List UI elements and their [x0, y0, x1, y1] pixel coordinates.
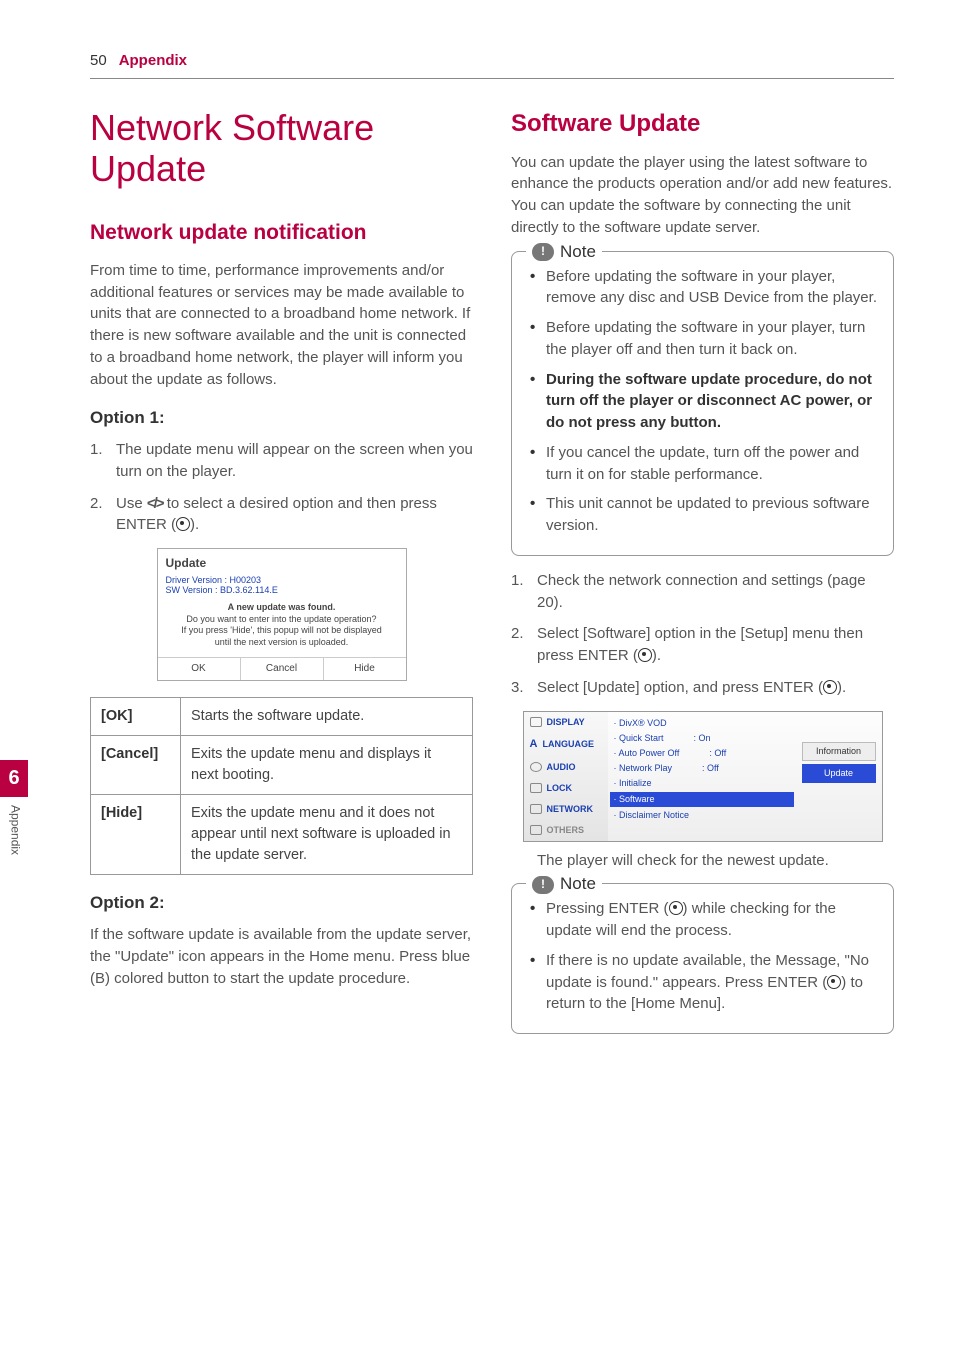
note-item: During the software update procedure, do…	[530, 369, 879, 434]
note-item: If there is no update available, the Mes…	[530, 950, 879, 1015]
others-icon	[530, 825, 542, 835]
note-item: Before updating the software in your pla…	[530, 266, 879, 310]
display-icon	[530, 717, 542, 727]
table-row: [Hide]Exits the update menu and it does …	[91, 795, 473, 875]
setup-side-item: DISPLAY	[524, 712, 608, 733]
section-label: Appendix	[0, 797, 29, 863]
update-steps: Check the network connection and setting…	[511, 570, 894, 699]
section-heading: Network update notification	[90, 218, 473, 248]
dialog-sw-version: SW Version : BD.3.62.114.E	[158, 585, 406, 596]
note-badge-icon: !	[532, 876, 554, 894]
language-icon: A	[530, 737, 538, 753]
option-key: [OK]	[91, 698, 181, 736]
setup-row-selected: · Software	[610, 792, 794, 807]
step-item: Select [Update] option, and press ENTER …	[511, 677, 894, 699]
enter-icon	[669, 901, 683, 915]
setup-side-item: LOCK	[524, 778, 608, 799]
setup-right-option: Information	[802, 742, 876, 761]
dialog-ok-button[interactable]: OK	[158, 658, 241, 681]
option1-steps: The update menu will appear on the scree…	[90, 439, 473, 536]
setup-side-item: OTHERS	[524, 820, 608, 841]
intro-paragraph: You can update the player using the late…	[511, 152, 894, 239]
note-item: Before updating the software in your pla…	[530, 317, 879, 361]
right-column: Software Update You can update the playe…	[511, 107, 894, 1048]
dialog-driver-version: Driver Version : H00203	[158, 575, 406, 586]
enter-icon	[823, 680, 837, 694]
lock-icon	[530, 783, 542, 793]
audio-icon	[530, 762, 542, 772]
setup-mid-list: · DivX® VOD · Quick Start: On · Auto Pow…	[608, 712, 796, 841]
option-desc: Exits the update menu and displays it ne…	[181, 736, 473, 795]
step-item: Select [Software] option in the [Setup] …	[511, 623, 894, 667]
page-header: 50 Appendix	[90, 50, 894, 79]
enter-icon	[638, 648, 652, 662]
step-item: Use </> to select a desired option and t…	[90, 493, 473, 537]
page-number: 50	[90, 50, 107, 72]
note-label: Note	[560, 240, 596, 265]
update-dialog-mock: Update Driver Version : H00203 SW Versio…	[157, 548, 407, 681]
note-box: ! Note Pressing ENTER () while checking …	[511, 883, 894, 1034]
option-desc: Starts the software update.	[181, 698, 473, 736]
step-item: The update menu will appear on the scree…	[90, 439, 473, 483]
intro-paragraph: From time to time, performance improveme…	[90, 260, 473, 391]
option1-heading: Option 1:	[90, 406, 473, 431]
network-icon	[530, 804, 542, 814]
left-column: Network Software Update Network update n…	[90, 107, 473, 1048]
section-side-tab: 6 Appendix	[0, 760, 28, 863]
note-box: ! Note Before updating the software in y…	[511, 251, 894, 556]
enter-icon	[176, 517, 190, 531]
step-item: Check the network connection and setting…	[511, 570, 894, 614]
dialog-title: Update	[158, 549, 406, 574]
setup-side-item: ALANGUAGE	[524, 733, 608, 757]
note-item: This unit cannot be updated to previous …	[530, 493, 879, 537]
option-key: [Cancel]	[91, 736, 181, 795]
note-badge-icon: !	[532, 243, 554, 261]
enter-icon	[827, 975, 841, 989]
table-row: [OK]Starts the software update.	[91, 698, 473, 736]
setup-side-item: NETWORK	[524, 799, 608, 820]
note-label: Note	[560, 872, 596, 897]
option-key: [Hide]	[91, 795, 181, 875]
option-table: [OK]Starts the software update. [Cancel]…	[90, 697, 473, 875]
dialog-hide-button[interactable]: Hide	[324, 658, 406, 681]
setup-menu-mock: DISPLAY ALANGUAGE AUDIO LOCK NETWORK OTH…	[523, 711, 883, 842]
option2-paragraph: If the software update is available from…	[90, 924, 473, 989]
setup-right-option-selected: Update	[802, 764, 876, 783]
option2-heading: Option 2:	[90, 891, 473, 916]
breadcrumb: Appendix	[119, 50, 187, 72]
table-row: [Cancel]Exits the update menu and displa…	[91, 736, 473, 795]
setup-side-item: AUDIO	[524, 757, 608, 778]
page-title: Network Software Update	[90, 107, 473, 190]
section-heading: Software Update	[511, 107, 894, 142]
section-number: 6	[0, 760, 28, 797]
after-setup-text: The player will check for the newest upd…	[537, 850, 894, 872]
dialog-cancel-button[interactable]: Cancel	[241, 658, 324, 681]
note-item: Pressing ENTER () while checking for the…	[530, 898, 879, 942]
option-desc: Exits the update menu and it does not ap…	[181, 795, 473, 875]
dialog-message: A new update was found. Do you want to e…	[158, 596, 406, 657]
arrow-icon: </>	[147, 495, 163, 512]
note-item: If you cancel the update, turn off the p…	[530, 442, 879, 486]
